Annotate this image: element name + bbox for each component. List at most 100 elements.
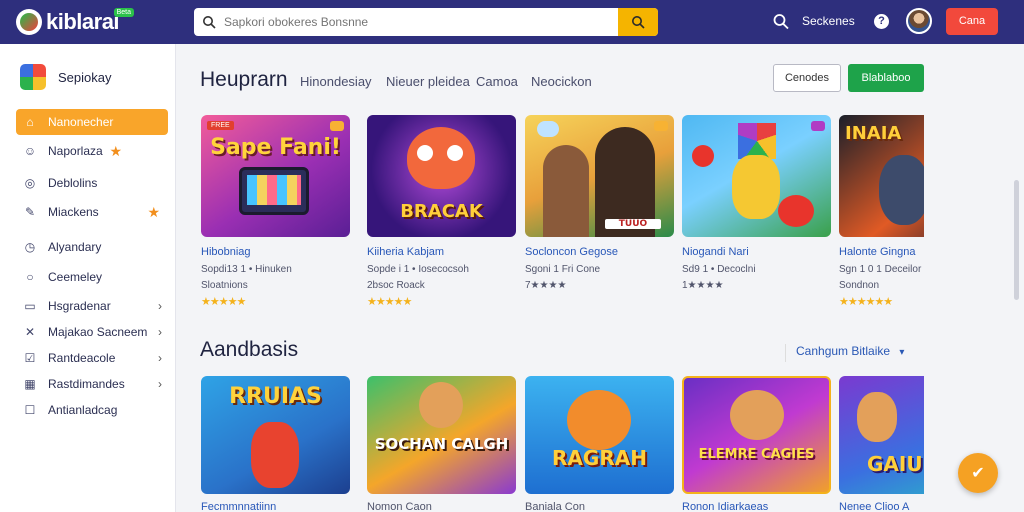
game-card-0[interactable]: FREE Sape Fani! Hibobniag Sopdi13 1 • Hi… [201, 115, 350, 308]
help-icon[interactable]: ? [874, 14, 889, 29]
star-icon: ★ [147, 203, 160, 220]
character-illustration [419, 382, 463, 428]
compass-icon: ◎ [24, 176, 36, 190]
game-thumbnail[interactable]: FREE Sape Fani! [201, 115, 350, 237]
edit-icon: ✎ [24, 205, 36, 219]
game-thumbnail[interactable]: SOCHAN CALGH [367, 376, 516, 494]
sort-dropdown[interactable]: Canhgum Bitlaike ▾ [785, 344, 904, 362]
sidebar-item-10[interactable]: ☐ Antianladcag [16, 397, 168, 423]
sidebar-item-5[interactable]: ○ Ceemeley [16, 264, 168, 290]
search-icon [194, 8, 224, 36]
sidebar-brand[interactable]: Sepiokay [20, 64, 111, 90]
game-thumbnail[interactable]: INAIA [839, 115, 924, 237]
secondary-button[interactable]: Cenodes [773, 64, 841, 92]
app-logo[interactable]: kiblarai Beta [16, 6, 136, 38]
game-title[interactable]: Hibobniag [201, 246, 350, 258]
header-cta-button[interactable]: Cana [946, 8, 998, 35]
game-thumbnail[interactable]: ELEMRE CAGIES [682, 376, 831, 494]
game-card-2[interactable]: TUUO Socloncon Gegose Sgoni 1 Fri Cone 7… [525, 115, 674, 291]
section-title-featured: Heuprarn [200, 68, 288, 91]
sidebar-item-3[interactable]: ✎ Miackens ★ [16, 199, 168, 225]
game-card-4[interactable]: INAIA Halonte Gingna Sgn 1 0 1 Deceilor … [839, 115, 924, 308]
tab-3[interactable]: Neocickon [531, 74, 592, 89]
game-sub: Sondnon [839, 280, 880, 291]
game-art-title: ELEMRE CAGIES [698, 447, 815, 462]
game-thumbnail[interactable]: RRUIAS [201, 376, 350, 494]
chevron-right-icon: › [158, 351, 162, 365]
character-eye [417, 145, 433, 161]
chevron-down-icon: ▾ [899, 347, 905, 358]
tab-2[interactable]: Camoa [476, 74, 518, 89]
sidebar-item-6[interactable]: ▭ Hsgradenar › [16, 293, 168, 319]
game-thumbnail[interactable]: GAIU [839, 376, 924, 494]
game-title[interactable]: Baniala Con [525, 501, 674, 512]
header-search-icon[interactable] [772, 12, 790, 32]
sidebar-item-7[interactable]: ✕ Majakao Sacneem › [16, 319, 168, 345]
arcade-card-3[interactable]: ELEMRE CAGIES Ronon Idiarkaeas [682, 376, 831, 512]
game-title[interactable]: Fecmmnnatiinn [201, 501, 350, 512]
rating-stars: ★★★★★ [201, 296, 246, 308]
sidebar-item-4[interactable]: ◷ Alyandary [16, 234, 168, 260]
section-title-arcade: Aandbasis [200, 338, 299, 361]
game-meta: Sgn 1 0 1 Deceilor [839, 264, 922, 275]
game-thumbnail[interactable]: RAGRAH [525, 376, 674, 494]
list-icon: ☑ [24, 351, 36, 365]
game-card-1[interactable]: BRACAK Kiiheria Kabjam Sopde i 1 • Iosec… [367, 115, 516, 308]
primary-button[interactable]: Blablaboo [848, 64, 924, 92]
character-illustration [730, 390, 784, 440]
search-submit-button[interactable] [618, 8, 658, 36]
search-submit-icon [632, 16, 645, 29]
game-title[interactable]: Niogandi Nari [682, 246, 831, 258]
arcade-card-1[interactable]: SOCHAN CALGH Nomon Caon [367, 376, 516, 512]
game-title[interactable]: Socloncon Gegose [525, 246, 674, 258]
sidebar-item-8[interactable]: ☑ Rantdeacole › [16, 345, 168, 371]
search-link[interactable]: Seckenes [802, 14, 855, 28]
game-art-title: SOCHAN CALGH [374, 435, 509, 453]
character-illustration [567, 390, 631, 450]
search-bar [194, 8, 658, 36]
arcade-card-0[interactable]: RRUIAS Fecmmnnatiinn [201, 376, 350, 512]
floating-action-button[interactable]: ✔ [958, 453, 998, 493]
game-meta: Sgoni 1 Fri Cone [525, 264, 601, 275]
character-eye [447, 145, 463, 161]
search-input[interactable] [224, 9, 618, 35]
people-icon: ☺ [23, 144, 37, 158]
sidebar-item-9[interactable]: ▦ Rastdimandes › [16, 371, 168, 397]
sidebar-item-1[interactable]: ☺ Naporlaza ★ [16, 138, 168, 164]
game-card-3[interactable]: Niogandi Nari Sd9 1 • Decoclni 1★★★★ [682, 115, 831, 291]
sidebar-item-0[interactable]: ⌂ Nanonecher [16, 109, 168, 135]
game-sub: 1★★★★ [682, 280, 724, 291]
tab-1[interactable]: Nieuer pleidea [386, 74, 470, 89]
brand-cube-icon [20, 64, 46, 90]
sidebar-item-label: Antianladcag [48, 403, 118, 417]
book-icon: ▭ [24, 299, 36, 313]
ball-illustration [778, 195, 814, 227]
sidebar-item-2[interactable]: ◎ Deblolins [16, 170, 168, 196]
sort-label: Canhgum Bitlaike [796, 344, 891, 358]
check-badge-icon: ✔ [971, 465, 985, 482]
game-title[interactable]: Halonte Gingna [839, 246, 924, 258]
arcade-card-4[interactable]: GAIU Nenee Clioo A [839, 376, 924, 512]
tab-0[interactable]: Hinondesiay [300, 74, 372, 89]
game-sub: 2bsoc Roack [367, 280, 425, 291]
game-title[interactable]: Nomon Caon [367, 501, 516, 512]
game-thumbnail[interactable]: BRACAK [367, 115, 516, 237]
game-sub: 7★★★★ [525, 280, 567, 291]
sidebar-item-label: Alyandary [48, 240, 102, 254]
scrollbar-thumb[interactable] [1014, 180, 1019, 300]
grid-icon: ▦ [24, 377, 36, 391]
game-thumbnail[interactable] [682, 115, 831, 237]
chat-bubble-icon [537, 121, 559, 137]
game-title[interactable]: Kiiheria Kabjam [367, 246, 516, 258]
game-meta: Sd9 1 • Decoclni [682, 264, 756, 275]
person-illustration [543, 145, 589, 237]
doc-icon: ☐ [24, 403, 36, 417]
game-title[interactable]: Ronon Idiarkaeas [682, 501, 831, 512]
logo-badge: Beta [113, 8, 134, 17]
avatar[interactable] [906, 8, 932, 34]
game-thumbnail[interactable]: TUUO [525, 115, 674, 237]
tools-icon: ✕ [24, 325, 36, 339]
game-title[interactable]: Nenee Clioo A [839, 501, 924, 512]
arcade-card-2[interactable]: RAGRAH Baniala Con [525, 376, 674, 512]
sidebar-item-label: Ceemeley [48, 270, 103, 284]
